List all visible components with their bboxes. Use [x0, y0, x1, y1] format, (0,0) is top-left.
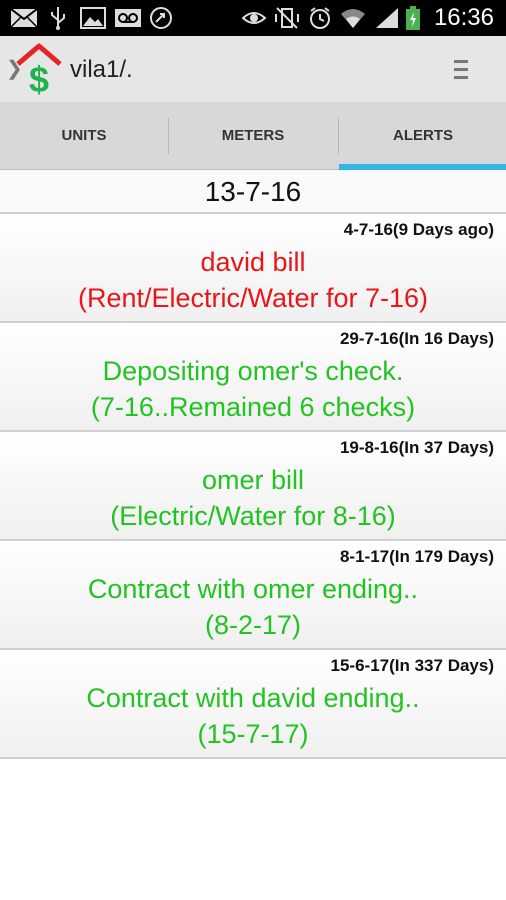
alert-date: 4-7-16(9 Days ago)	[343, 220, 494, 239]
svg-text:$: $	[29, 59, 49, 98]
alert-item[interactable]: 4-7-16(9 Days ago) david bill (Rent/Elec…	[0, 214, 506, 323]
tab-bar: UNITS METERS ALERTS	[0, 102, 506, 170]
status-time: 16:36	[433, 4, 494, 31]
alert-detail: (Rent/Electric/Water for 7-16)	[77, 283, 429, 313]
alert-title: omer bill	[201, 465, 305, 495]
voicemail-icon	[115, 9, 141, 27]
status-bar: 16:36	[0, 0, 506, 36]
tab-meters[interactable]: METERS	[169, 102, 337, 170]
alert-detail: (7-16..Remained 6 checks)	[90, 392, 416, 422]
alert-item[interactable]: 8-1-17(In 179 Days) Contract with omer e…	[0, 541, 506, 650]
alert-title: Depositing omer's check.	[102, 356, 404, 386]
current-date-header: 13-7-16	[0, 170, 506, 214]
alarm-icon	[310, 7, 330, 29]
battery-icon	[406, 6, 420, 30]
action-bar: ❯ $ vila1/.	[0, 36, 506, 102]
alert-item[interactable]: 19-8-16(In 37 Days) omer bill (Electric/…	[0, 432, 506, 541]
sync-icon	[150, 7, 172, 29]
tab-alerts[interactable]: ALERTS	[339, 102, 506, 170]
alert-title: Contract with david ending..	[86, 683, 420, 713]
house-dollar-icon[interactable]: $	[14, 42, 64, 98]
usb-icon	[51, 7, 65, 30]
alert-detail: (8-2-17)	[204, 610, 302, 640]
alert-detail: (15-7-17)	[197, 719, 309, 749]
alert-date: 8-1-17(In 179 Days)	[339, 547, 494, 566]
mail-icon	[10, 8, 38, 28]
alert-item[interactable]: 29-7-16(In 16 Days) Depositing omer's ch…	[0, 323, 506, 432]
image-icon	[80, 7, 106, 29]
alert-item[interactable]: 15-6-17(In 337 Days) Contract with david…	[0, 650, 506, 759]
alert-date: 19-8-16(In 37 Days)	[339, 438, 494, 457]
wifi-icon	[341, 9, 365, 28]
app-title: vila1/.	[70, 56, 133, 83]
alert-date: 29-7-16(In 16 Days)	[339, 329, 494, 348]
signal-icon	[376, 8, 398, 28]
tab-units[interactable]: UNITS	[0, 102, 168, 170]
overflow-menu-icon[interactable]	[454, 60, 470, 84]
eye-icon	[242, 12, 266, 24]
no-vibrate-icon	[275, 7, 299, 29]
alert-date: 15-6-17(In 337 Days)	[330, 656, 494, 675]
alert-detail: (Electric/Water for 8-16)	[110, 501, 396, 531]
alert-title: Contract with omer ending..	[87, 574, 419, 604]
alert-title: david bill	[200, 247, 306, 277]
